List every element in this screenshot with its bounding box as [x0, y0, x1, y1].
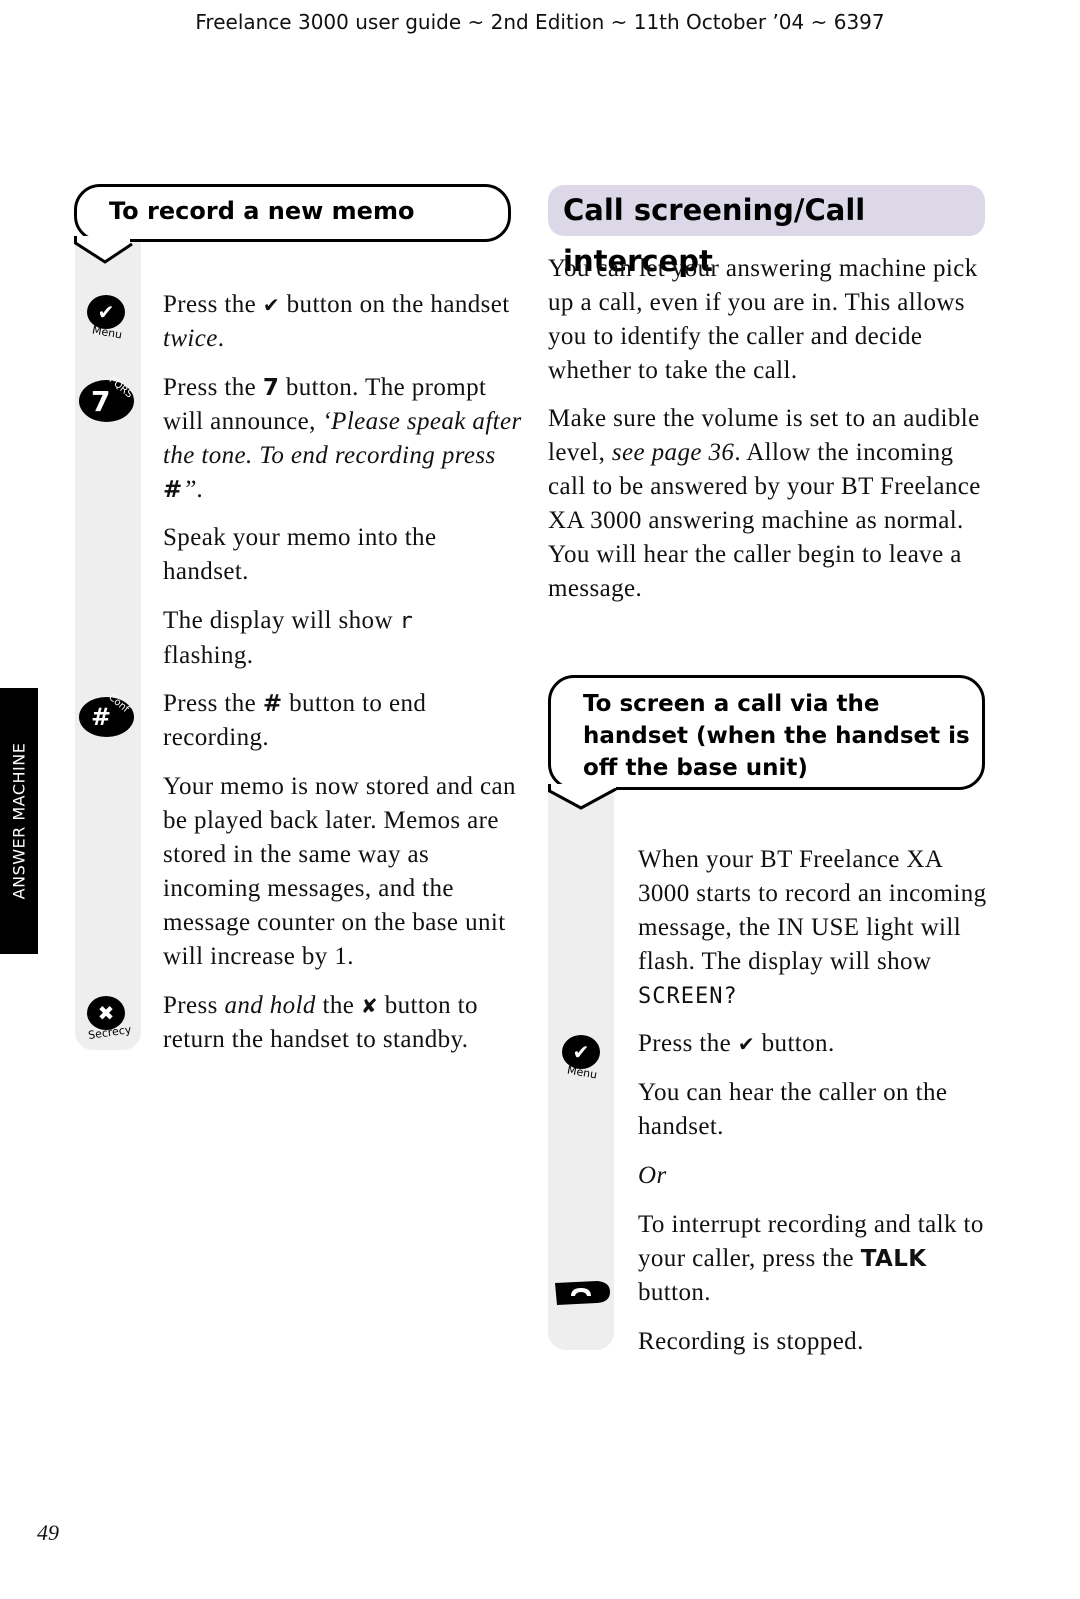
left-step-5: Press the # button to end recording.: [163, 690, 427, 751]
left-step-7: Press and hold the ✘ button to return th…: [163, 992, 478, 1053]
lcd-screen-text: SCREEN?: [638, 984, 738, 1009]
key-7-icon: 7 PQRS: [79, 375, 135, 422]
running-header: Freelance 3000 user guide ~ 2nd Edition …: [195, 10, 885, 34]
memo-heading-bubble: To record a new memo: [74, 184, 511, 242]
section-tab-answer-machine: ANSWER MACHINE: [0, 688, 38, 954]
left-step-2: Press the 7 button. The prompt will anno…: [163, 374, 522, 503]
page-number: 49: [37, 1520, 59, 1545]
right-step-1: When your BT Freelance XA 3000 starts to…: [638, 846, 987, 1009]
right-step-or: Or: [638, 1162, 667, 1189]
left-step-3: Speak your memo into the handset.: [163, 524, 437, 585]
right-step-2: Press the ✔ button.: [638, 1030, 835, 1057]
right-step-5: Recording is stopped.: [638, 1328, 864, 1355]
screen-heading: To screen a call via the handset (when t…: [583, 691, 970, 781]
intro-paragraph-2: Make sure the volume is set to an audibl…: [548, 405, 981, 602]
right-step-3: You can hear the caller on the handset.: [638, 1079, 948, 1140]
left-icon-rail: [75, 238, 141, 1050]
memo-heading: To record a new memo: [109, 197, 415, 225]
key-hash-icon: # Conf: [79, 692, 134, 737]
left-step-6: Your memo is now stored and can be playe…: [163, 773, 516, 970]
talk-phone-icon: [555, 1281, 610, 1305]
right-step-4: To interrupt recording and talk to your …: [638, 1211, 984, 1306]
intro-paragraph-1: You can let your answering machine pick …: [548, 255, 978, 384]
screen-heading-bubble: To screen a call via the handset (when t…: [548, 675, 985, 790]
section-title: Call screening/Call intercept: [548, 185, 985, 278]
bubble-tail: [548, 784, 617, 810]
lcd-r-glyph: r: [399, 609, 414, 634]
left-step-4: The display will show r flashing.: [163, 607, 414, 669]
left-step-1: Press the ✔ button on the handset twice.: [163, 291, 510, 352]
bubble-tail: [74, 236, 133, 264]
